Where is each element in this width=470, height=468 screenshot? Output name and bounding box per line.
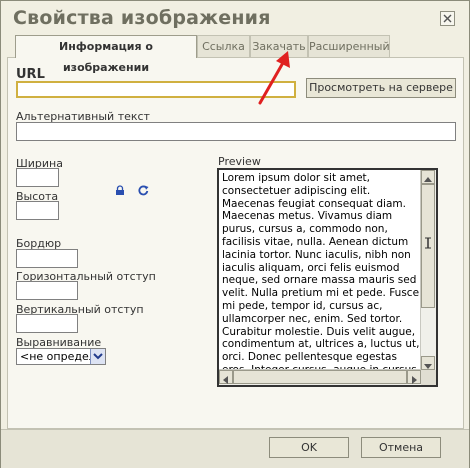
dialog-footer: OK Отмена [1,429,469,468]
horizontal-scrollbar[interactable] [219,369,421,385]
annotation-arrow-icon [258,51,290,105]
vertical-scrollbar[interactable] [420,170,436,370]
scroll-down-button[interactable] [421,356,435,370]
tab-link[interactable]: Ссылка [197,35,250,57]
url-label: URL [16,67,45,82]
height-input[interactable] [16,201,59,220]
scroll-left-button[interactable] [219,370,233,384]
arrow-right-icon [412,376,417,384]
reset-size-icon[interactable] [138,185,149,196]
dropdown-arrow[interactable] [90,349,105,364]
horizontal-scroll-thumb[interactable] [233,370,407,384]
scroll-corner [421,370,436,385]
hspace-input[interactable] [16,281,78,300]
lock-ratio-icon[interactable] [115,185,125,196]
grip-icon [425,237,431,249]
close-icon [443,14,452,23]
dialog-title: Свойства изображения [13,7,271,29]
tab-image-info[interactable]: Информация о изображении [15,35,197,74]
border-input[interactable] [16,249,78,268]
vertical-scroll-thumb[interactable] [421,184,435,308]
preview-label: Preview [218,155,261,168]
tab-advanced[interactable]: Расширенный [308,35,390,57]
preview-box[interactable]: Lorem ipsum dolor sit amet, consectetuer… [217,168,438,387]
browse-server-button[interactable]: Просмотреть на сервере [306,78,456,98]
ok-button[interactable]: OK [269,437,349,458]
image-properties-dialog: Свойства изображения Информация о изобра… [0,0,470,468]
scroll-up-button[interactable] [421,170,435,184]
width-input[interactable] [16,168,59,187]
cancel-button[interactable]: Отмена [361,437,441,458]
align-select[interactable]: <не определ [16,348,106,365]
align-select-value: <не определ [20,350,96,363]
close-button[interactable] [440,11,455,26]
vspace-input[interactable] [16,314,78,333]
arrow-left-icon [223,376,228,384]
alt-text-input[interactable] [16,122,456,141]
preview-text: Lorem ipsum dolor sit amet, consectetuer… [222,172,420,385]
chevron-down-icon [93,353,103,360]
scroll-right-button[interactable] [407,370,421,384]
